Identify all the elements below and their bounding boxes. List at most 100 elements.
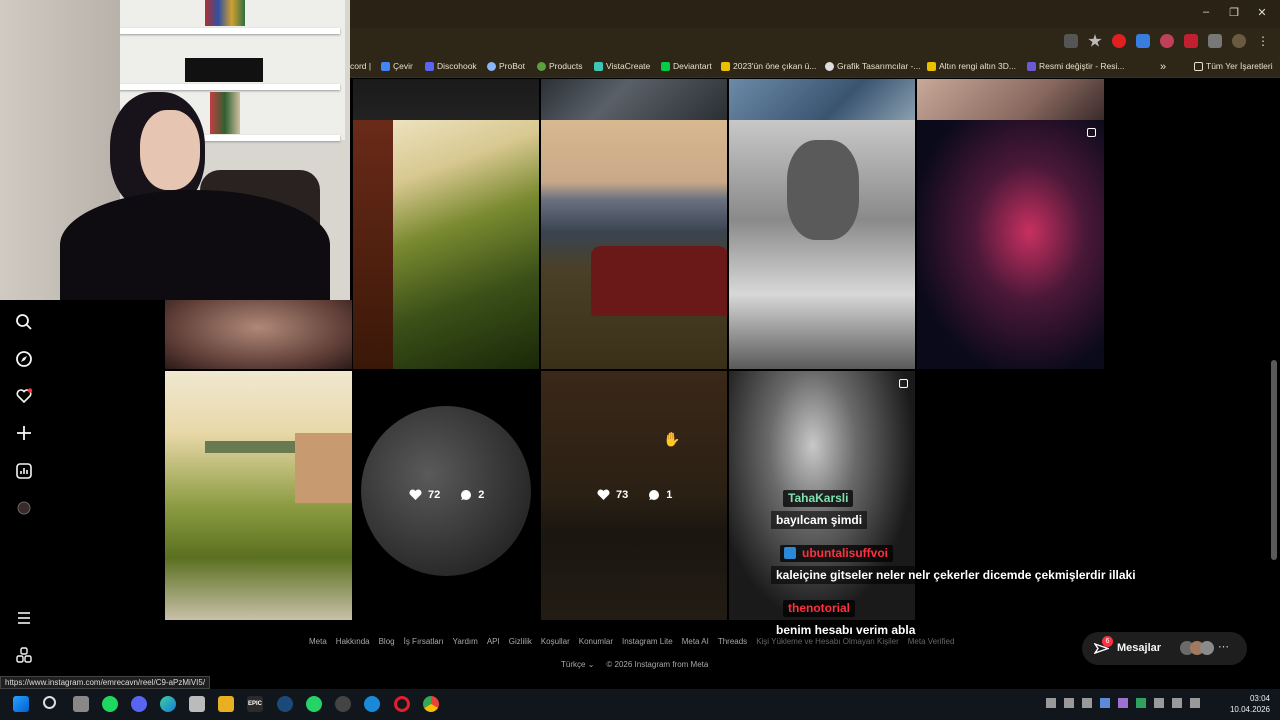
app-icon[interactable] (189, 696, 205, 712)
footer-link[interactable]: Threads (718, 637, 747, 646)
extension-red-icon[interactable] (1112, 34, 1126, 48)
footer-link[interactable]: Kişi Yükleme ve Hesabı Olmayan Kişiler (756, 637, 899, 646)
dashboard-chart-icon[interactable] (14, 462, 34, 482)
bookmark-label: Products (549, 61, 583, 71)
books (205, 0, 245, 26)
tray-icon[interactable] (1082, 698, 1092, 708)
file-explorer-icon[interactable] (218, 696, 234, 712)
profile-avatar-icon[interactable] (14, 499, 34, 519)
post-thumbnail-moon[interactable]: 72 2 (353, 371, 539, 620)
spotify-icon[interactable] (102, 696, 118, 712)
bookmark-item[interactable]: VistaCreate (594, 61, 650, 71)
menu-kebab-icon[interactable]: ⋮ (1256, 34, 1270, 48)
footer-link[interactable]: Yardım (453, 637, 478, 646)
minimize-icon[interactable]: – (1196, 6, 1216, 18)
footer-link[interactable]: Meta AI (682, 637, 709, 646)
app-icon[interactable] (364, 696, 380, 712)
extensions-puzzle-icon[interactable] (1208, 34, 1222, 48)
also-from-meta-icon[interactable] (14, 646, 34, 666)
more-menu-icon[interactable] (14, 609, 34, 629)
close-icon[interactable]: ✕ (1252, 6, 1272, 19)
install-app-icon[interactable] (1064, 34, 1078, 48)
bookmark-star-icon[interactable] (1088, 34, 1102, 47)
footer-link[interactable]: Meta Verified (908, 637, 955, 646)
bookmark-item[interactable]: cord | (350, 61, 371, 71)
messages-button[interactable]: 6 Mesajlar ⋯ (1082, 632, 1247, 665)
building (295, 433, 352, 503)
search-icon[interactable] (43, 696, 56, 709)
post-thumbnail-bus-stop[interactable] (165, 371, 352, 620)
chrome-icon[interactable] (423, 696, 439, 712)
bookmark-item[interactable]: ProBot (487, 61, 525, 71)
extension-pink-icon[interactable] (1160, 34, 1174, 48)
tray-icon[interactable] (1118, 698, 1128, 708)
bookmarks-overflow-icon[interactable]: » (1160, 61, 1166, 73)
post-thumbnail-concert[interactable] (917, 120, 1104, 369)
bookmark-item[interactable]: Çevir (381, 61, 413, 71)
red-car (591, 246, 727, 316)
bookmark-item[interactable]: Altın rengi altın 3D... (927, 61, 1016, 71)
steam-icon[interactable] (277, 696, 293, 712)
post-thumbnail-tattoo[interactable] (165, 300, 352, 369)
opera-icon[interactable] (394, 696, 410, 712)
tray-icon[interactable] (1064, 698, 1074, 708)
translate-extension-icon[interactable] (1136, 34, 1150, 48)
all-bookmarks-folder[interactable]: Tüm Yer İşaretleri (1194, 61, 1273, 71)
footer-link[interactable]: Hakkında (336, 637, 370, 646)
post-thumbnail-portrait[interactable] (729, 120, 915, 369)
page-scrollbar[interactable] (1271, 360, 1277, 560)
language-selector[interactable]: Türkçe ⌄ (561, 660, 594, 669)
post-thumbnail[interactable] (541, 79, 727, 120)
post-thumbnail[interactable] (917, 79, 1104, 120)
footer-link[interactable]: İş Fırsatları (404, 637, 444, 646)
bookmark-item[interactable]: Discohook (425, 61, 477, 71)
system-tray-clock[interactable]: 03:04 10.04.2026 (1230, 693, 1270, 715)
notifications-heart-icon[interactable] (14, 387, 34, 407)
profile-avatar-icon[interactable] (1232, 34, 1246, 48)
obs-icon[interactable] (335, 696, 351, 712)
bookmark-item[interactable]: Deviantart (661, 61, 712, 71)
restore-icon[interactable]: ❐ (1224, 6, 1244, 19)
footer-link[interactable]: Koşullar (541, 637, 570, 646)
bookmark-item[interactable]: Grafik Tasarımcılar -... (825, 61, 920, 71)
tray-icon[interactable] (1136, 698, 1146, 708)
bookmark-item[interactable]: 2023'ün öne çıkan ü... (721, 61, 816, 71)
post-thumbnail-car[interactable] (541, 120, 727, 369)
screen: – ❐ ✕ ⋮ cord | Çevir Discohook ProBot Pr… (0, 0, 1280, 720)
mic-icon[interactable] (1154, 698, 1164, 708)
task-view-icon[interactable] (73, 696, 89, 712)
books (210, 92, 240, 134)
tray-icon[interactable] (1046, 698, 1056, 708)
footer-link[interactable]: API (487, 637, 500, 646)
clock-time: 03:04 (1249, 694, 1270, 703)
post-thumbnail[interactable] (729, 79, 915, 120)
start-windows-icon[interactable] (13, 696, 29, 712)
footer-link[interactable]: Instagram Lite (622, 637, 673, 646)
discord-icon[interactable] (131, 696, 147, 712)
discohook-icon (425, 61, 434, 71)
footer-link[interactable]: Gizlilik (509, 637, 532, 646)
chat-badge-icon (784, 547, 796, 559)
bookmark-item[interactable]: Products (537, 61, 583, 71)
like-count: 73 (616, 489, 629, 501)
post-thumbnail-tree[interactable] (353, 120, 539, 369)
mouse-cursor-icon: ✋ (663, 431, 681, 447)
bookmark-item[interactable]: Resmi değiştir - Resi... (1027, 61, 1125, 71)
epic-games-icon[interactable]: EPIC (247, 696, 263, 712)
edge-icon[interactable] (160, 696, 176, 712)
volume-icon[interactable] (1190, 698, 1200, 708)
post-thumbnail-sea[interactable]: 73 1 ✋ (541, 371, 727, 620)
vistacreate-icon (594, 61, 603, 71)
whatsapp-icon[interactable] (306, 696, 322, 712)
network-icon[interactable] (1172, 698, 1182, 708)
extension-badge-icon[interactable] (1184, 34, 1198, 48)
tray-icon[interactable] (1100, 698, 1110, 708)
footer-link[interactable]: Konumlar (579, 637, 613, 646)
footer-link[interactable]: Meta (309, 637, 327, 646)
search-icon[interactable] (14, 313, 34, 333)
post-thumbnail[interactable] (353, 79, 539, 120)
shelf (118, 28, 340, 34)
explore-compass-icon[interactable] (14, 350, 34, 370)
footer-link[interactable]: Blog (379, 637, 395, 646)
create-plus-icon[interactable] (14, 424, 34, 444)
